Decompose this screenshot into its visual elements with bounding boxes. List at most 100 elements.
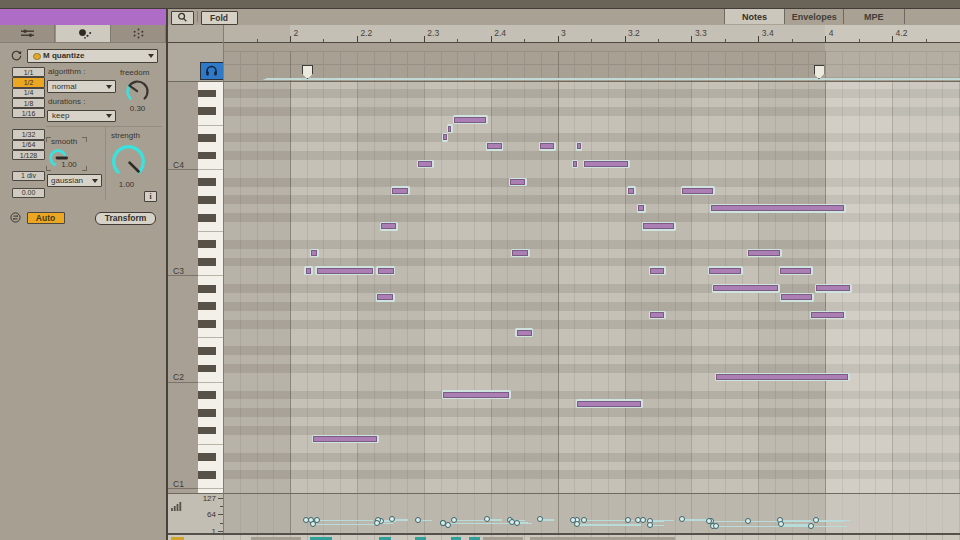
auto-loop-icon[interactable] bbox=[10, 212, 21, 223]
device-title-bar[interactable] bbox=[0, 9, 166, 25]
midi-note-C4[interactable] bbox=[418, 161, 432, 167]
midi-note-F1[interactable] bbox=[313, 436, 377, 442]
midi-note-A#1[interactable] bbox=[443, 392, 509, 398]
preview-button[interactable] bbox=[200, 62, 224, 80]
smooth-shape-dropdown[interactable]: gaussian bbox=[47, 174, 102, 187]
velocity-marker[interactable] bbox=[808, 523, 814, 529]
algorithm-dropdown[interactable]: normal bbox=[47, 80, 116, 93]
midi-note-G2[interactable] bbox=[811, 312, 844, 318]
midi-note-A1[interactable] bbox=[577, 401, 641, 407]
tab-mpe[interactable]: MPE bbox=[843, 9, 905, 24]
durations-dropdown[interactable]: keep bbox=[47, 110, 116, 123]
black-key[interactable] bbox=[198, 258, 216, 266]
midi-note-C3[interactable] bbox=[378, 268, 394, 274]
midi-note-A2[interactable] bbox=[377, 294, 393, 300]
search-button[interactable] bbox=[171, 11, 194, 25]
velocity-lane[interactable] bbox=[224, 494, 960, 533]
grid-resolution-1-8[interactable]: 1/8 bbox=[12, 98, 45, 108]
midi-note-C3[interactable] bbox=[780, 268, 811, 274]
midi-note-C3[interactable] bbox=[306, 268, 312, 274]
midi-note-F2[interactable] bbox=[517, 330, 532, 336]
grid-resolution-1-4[interactable]: 1/4 bbox=[12, 88, 45, 98]
black-key[interactable] bbox=[198, 453, 216, 461]
tab-generate-tool[interactable] bbox=[111, 25, 166, 42]
midi-note-D3[interactable] bbox=[311, 250, 317, 256]
midi-note-A2[interactable] bbox=[781, 294, 812, 300]
velocity-marker[interactable] bbox=[640, 517, 646, 523]
grid-resolution-1-16[interactable]: 1/16 bbox=[12, 108, 45, 118]
midi-note-A3[interactable] bbox=[392, 188, 408, 194]
midi-note-A#2[interactable] bbox=[816, 285, 850, 291]
clip-overview-strip[interactable] bbox=[168, 535, 960, 540]
grid-resolution-1-2[interactable]: 1/2 bbox=[12, 77, 45, 87]
midi-note-A#2[interactable] bbox=[713, 285, 778, 291]
velocity-marker[interactable] bbox=[514, 520, 520, 526]
midi-note-F4[interactable] bbox=[454, 117, 486, 123]
transform-button[interactable]: Transform bbox=[95, 212, 156, 225]
black-key[interactable] bbox=[198, 240, 216, 248]
velocity-marker[interactable] bbox=[415, 517, 421, 523]
velocity-marker[interactable] bbox=[713, 523, 719, 529]
black-key[interactable] bbox=[198, 107, 216, 115]
midi-note-D3[interactable] bbox=[512, 250, 528, 256]
midi-note-C3[interactable] bbox=[650, 268, 664, 274]
fold-button[interactable]: Fold bbox=[201, 11, 238, 25]
midi-note-D#4[interactable] bbox=[443, 134, 447, 140]
midi-note-A3[interactable] bbox=[682, 188, 713, 194]
black-key[interactable] bbox=[198, 134, 216, 142]
midi-note-C4[interactable] bbox=[584, 161, 628, 167]
velocity-marker[interactable] bbox=[581, 517, 587, 523]
black-key[interactable] bbox=[198, 178, 216, 186]
midi-note-A#3[interactable] bbox=[510, 179, 525, 185]
black-key[interactable] bbox=[198, 320, 216, 328]
grid-resolution-0.00[interactable]: 0.00 bbox=[12, 188, 45, 198]
device-selector-dropdown[interactable]: M quantize bbox=[27, 49, 158, 64]
tab-transform-tool[interactable] bbox=[56, 25, 111, 42]
midi-note-C4[interactable] bbox=[573, 161, 577, 167]
auto-button[interactable]: Auto bbox=[27, 212, 65, 224]
beat-time-ruler[interactable]: 22.22.32.433.23.33.444.2 bbox=[168, 25, 960, 42]
black-key[interactable] bbox=[198, 409, 216, 417]
strength-knob[interactable] bbox=[110, 143, 147, 180]
black-key[interactable] bbox=[198, 347, 216, 355]
midi-note-G2[interactable] bbox=[650, 312, 664, 318]
black-key[interactable] bbox=[198, 285, 216, 293]
tab-notes[interactable]: Notes bbox=[724, 9, 785, 24]
grid-resolution-1-32[interactable]: 1/32 bbox=[12, 129, 45, 139]
midi-note-D4[interactable] bbox=[540, 143, 554, 149]
midi-note-D3[interactable] bbox=[748, 250, 780, 256]
velocity-marker[interactable] bbox=[679, 516, 685, 522]
velocity-marker[interactable] bbox=[303, 517, 309, 523]
midi-note-F3[interactable] bbox=[643, 223, 674, 229]
black-key[interactable] bbox=[198, 427, 216, 435]
black-key[interactable] bbox=[198, 152, 216, 160]
grid-resolution-1-128[interactable]: 1/128 bbox=[12, 150, 45, 160]
info-button[interactable]: i bbox=[144, 191, 157, 203]
midi-note-C3[interactable] bbox=[709, 268, 741, 274]
black-key[interactable] bbox=[198, 471, 216, 479]
grid-resolution-1-1[interactable]: 1/1 bbox=[12, 67, 45, 77]
black-key[interactable] bbox=[198, 214, 216, 222]
midi-note-C2[interactable] bbox=[716, 374, 848, 380]
midi-note-A3[interactable] bbox=[628, 188, 634, 194]
midi-note-C3[interactable] bbox=[317, 268, 373, 274]
note-grid[interactable] bbox=[224, 82, 960, 493]
velocity-marker[interactable] bbox=[451, 517, 457, 523]
hot-swap-icon[interactable] bbox=[10, 49, 23, 62]
velocity-marker[interactable] bbox=[574, 521, 580, 527]
grid-resolution-1-div[interactable]: 1 div bbox=[12, 171, 45, 181]
black-key[interactable] bbox=[198, 391, 216, 399]
midi-note-G3[interactable] bbox=[711, 205, 844, 211]
velocity-marker[interactable] bbox=[647, 522, 653, 528]
velocity-marker[interactable] bbox=[484, 516, 490, 522]
midi-note-E4[interactable] bbox=[448, 126, 451, 132]
velocity-marker[interactable] bbox=[440, 520, 446, 526]
black-key[interactable] bbox=[198, 365, 216, 373]
midi-note-G3[interactable] bbox=[638, 205, 644, 211]
velocity-marker[interactable] bbox=[310, 521, 316, 527]
velocity-marker[interactable] bbox=[374, 520, 380, 526]
midi-note-D4[interactable] bbox=[487, 143, 502, 149]
velocity-marker[interactable] bbox=[537, 516, 543, 522]
black-key[interactable] bbox=[198, 302, 216, 310]
midi-note-D4[interactable] bbox=[577, 143, 581, 149]
